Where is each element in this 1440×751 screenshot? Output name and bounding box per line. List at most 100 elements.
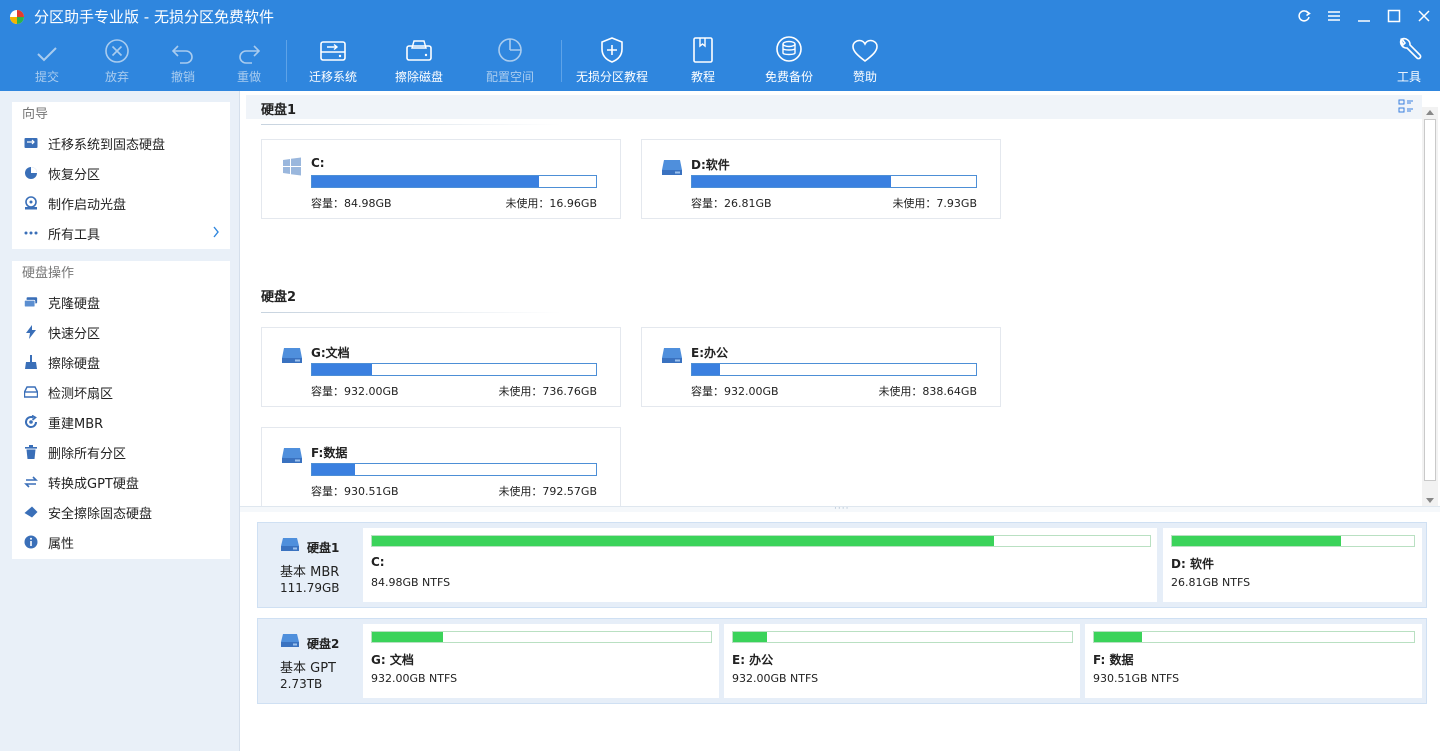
disk-map-row[interactable]: 硬盘1 基本 MBR 111.79GB C: 84.98GB NTFS D: 软… bbox=[257, 522, 1427, 608]
sidebar-item-recover-partition[interactable]: 恢复分区 bbox=[12, 158, 230, 188]
partition-filesystem: 930.51GB NTFS bbox=[1093, 672, 1180, 685]
disk-type: 基本 MBR bbox=[280, 565, 340, 580]
divider bbox=[261, 124, 561, 125]
windows-icon bbox=[283, 157, 301, 176]
check-sector-icon bbox=[24, 385, 38, 399]
tutorial-button[interactable]: 教程 bbox=[683, 32, 723, 91]
sidebar-item-all-tools[interactable]: 所有工具 bbox=[12, 218, 230, 248]
minimize-icon[interactable] bbox=[1353, 5, 1375, 27]
sidebar-item-clone-disk[interactable]: 克隆硬盘 bbox=[12, 287, 230, 317]
sidebar-item-label: 检测坏扇区 bbox=[48, 386, 114, 402]
wizard-title: 向导 bbox=[22, 107, 49, 122]
partition-card-f[interactable]: F:数据 容量：930.51GB 未使用：792.57GB bbox=[261, 427, 621, 506]
free-backup-button[interactable]: 免费备份 bbox=[761, 32, 817, 91]
usage-bar-fill bbox=[312, 176, 540, 187]
chevron-right-icon bbox=[213, 226, 219, 238]
trash-icon bbox=[24, 445, 38, 459]
partition-filesystem: 932.00GB NTFS bbox=[732, 672, 819, 685]
sidebar-item-boot-disc[interactable]: 制作启动光盘 bbox=[12, 188, 230, 218]
sidebar-item-delete-all-partitions[interactable]: 删除所有分区 bbox=[12, 437, 230, 467]
partition-card-g[interactable]: G:文档 容量：932.00GB 未使用：736.76GB bbox=[261, 327, 621, 407]
map-partition-g[interactable]: G: 文档 932.00GB NTFS bbox=[363, 624, 719, 698]
partition-free: 未使用：792.57GB bbox=[498, 485, 597, 498]
toolbar-separator bbox=[286, 40, 287, 82]
wipe-disk-button[interactable]: 擦除磁盘 bbox=[391, 32, 447, 91]
sidebar-item-rebuild-mbr[interactable]: 重建MBR bbox=[12, 407, 230, 437]
usage-bar-fill bbox=[733, 632, 767, 642]
clock-pie-icon bbox=[498, 38, 522, 62]
usage-bar bbox=[691, 175, 977, 188]
book-icon bbox=[693, 37, 713, 63]
disk-map-view: 硬盘1 基本 MBR 111.79GB C: 84.98GB NTFS D: 软… bbox=[240, 512, 1440, 751]
disk-type: 基本 GPT bbox=[280, 661, 336, 676]
sidebar-item-secure-erase-ssd[interactable]: 安全擦除固态硬盘 bbox=[12, 497, 230, 527]
sidebar-item-convert-gpt[interactable]: 转换成GPT硬盘 bbox=[12, 467, 230, 497]
usage-bar-fill bbox=[1094, 632, 1142, 642]
map-partition-f[interactable]: F: 数据 930.51GB NTFS bbox=[1085, 624, 1422, 698]
allocate-space-label: 配置空间 bbox=[485, 70, 534, 84]
lossless-tutorial-button[interactable]: 无损分区教程 bbox=[575, 32, 649, 91]
sponsor-button[interactable]: 赞助 bbox=[845, 32, 885, 91]
sidebar-item-quick-partition[interactable]: 快速分区 bbox=[12, 317, 230, 347]
rebuild-mbr-icon bbox=[24, 415, 38, 429]
menu-icon[interactable] bbox=[1323, 5, 1345, 27]
migrate-disk-icon bbox=[320, 41, 346, 61]
migrate-os-button[interactable]: 迁移系统 bbox=[305, 32, 361, 91]
usage-bar-fill bbox=[372, 536, 995, 546]
partition-name: E: 办公 bbox=[732, 653, 774, 667]
partition-name: D: 软件 bbox=[1171, 557, 1214, 571]
disk-ops-title: 硬盘操作 bbox=[22, 266, 75, 281]
scroll-down-icon[interactable] bbox=[1426, 498, 1434, 504]
partition-card-d[interactable]: D:软件 容量：26.81GB 未使用：7.93GB bbox=[641, 139, 1001, 219]
scrollbar-thumb[interactable] bbox=[1424, 119, 1436, 481]
vertical-scrollbar[interactable] bbox=[1422, 107, 1438, 506]
partition-filesystem: 26.81GB NTFS bbox=[1171, 576, 1251, 589]
usage-bar bbox=[732, 631, 1073, 643]
map-partition-e[interactable]: E: 办公 932.00GB NTFS bbox=[724, 624, 1080, 698]
allocate-space-button[interactable]: 配置空间 bbox=[482, 32, 538, 91]
usage-bar bbox=[1171, 535, 1415, 547]
disk-info: 硬盘1 基本 MBR 111.79GB bbox=[258, 523, 358, 607]
migrate-os-label: 迁移系统 bbox=[308, 70, 357, 84]
disk-map-row[interactable]: 硬盘2 基本 GPT 2.73TB G: 文档 932.00GB NTFS E:… bbox=[257, 618, 1427, 704]
sidebar-item-label: 快速分区 bbox=[48, 326, 101, 342]
lightning-icon bbox=[24, 325, 38, 339]
sidebar-item-wipe-disk[interactable]: 擦除硬盘 bbox=[12, 347, 230, 377]
partition-filesystem: 84.98GB NTFS bbox=[371, 576, 451, 589]
usage-bar-fill bbox=[1172, 536, 1342, 546]
partition-card-e[interactable]: E:办公 容量：932.00GB 未使用：838.64GB bbox=[641, 327, 1001, 407]
sidebar-item-properties[interactable]: 属性 bbox=[12, 527, 230, 557]
tools-button[interactable]: 工具 bbox=[1389, 32, 1429, 91]
partition-name: D:软件 bbox=[691, 158, 730, 172]
disk-info: 硬盘2 基本 GPT 2.73TB bbox=[258, 619, 358, 703]
scroll-up-icon[interactable] bbox=[1426, 109, 1434, 115]
info-icon bbox=[24, 535, 38, 549]
map-partition-c[interactable]: C: 84.98GB NTFS bbox=[363, 528, 1157, 602]
wrench-icon bbox=[1399, 37, 1422, 60]
map-partition-d[interactable]: D: 软件 26.81GB NTFS bbox=[1163, 528, 1422, 602]
close-icon[interactable] bbox=[1413, 5, 1435, 27]
usage-bar bbox=[1093, 631, 1415, 643]
commit-button[interactable]: 提交 bbox=[27, 32, 67, 91]
app-logo-icon bbox=[10, 10, 24, 24]
disk-size: 2.73TB bbox=[280, 677, 323, 691]
discard-button[interactable]: 放弃 bbox=[97, 32, 137, 91]
partition-name: G:文档 bbox=[311, 346, 350, 360]
partition-free: 未使用：16.96GB bbox=[505, 197, 597, 210]
wipe-disk-icon bbox=[406, 40, 432, 61]
partition-name: C: bbox=[371, 555, 385, 569]
toolbar: 提交 放弃 撤销 重做 迁移系统 擦除磁盘 配置空间 无损分区教程 教程 免费备… bbox=[0, 32, 1440, 91]
sponsor-label: 赞助 bbox=[852, 70, 877, 84]
redo-button[interactable]: 重做 bbox=[229, 32, 269, 91]
refresh-icon[interactable] bbox=[1293, 5, 1315, 27]
sidebar-item-migrate-ssd[interactable]: 迁移系统到固态硬盘 bbox=[12, 128, 230, 158]
partition-free: 未使用：838.64GB bbox=[878, 385, 977, 398]
sidebar-item-check-bad-sectors[interactable]: 检测坏扇区 bbox=[12, 377, 230, 407]
partition-capacity: 容量：932.00GB bbox=[311, 385, 399, 398]
eraser-icon bbox=[24, 505, 38, 519]
undo-button[interactable]: 撤销 bbox=[163, 32, 203, 91]
clone-disk-icon bbox=[24, 295, 38, 309]
view-toggle-icon[interactable] bbox=[1398, 99, 1414, 115]
maximize-icon[interactable] bbox=[1383, 5, 1405, 27]
partition-card-c[interactable]: C: 容量：84.98GB 未使用：16.96GB bbox=[261, 139, 621, 219]
